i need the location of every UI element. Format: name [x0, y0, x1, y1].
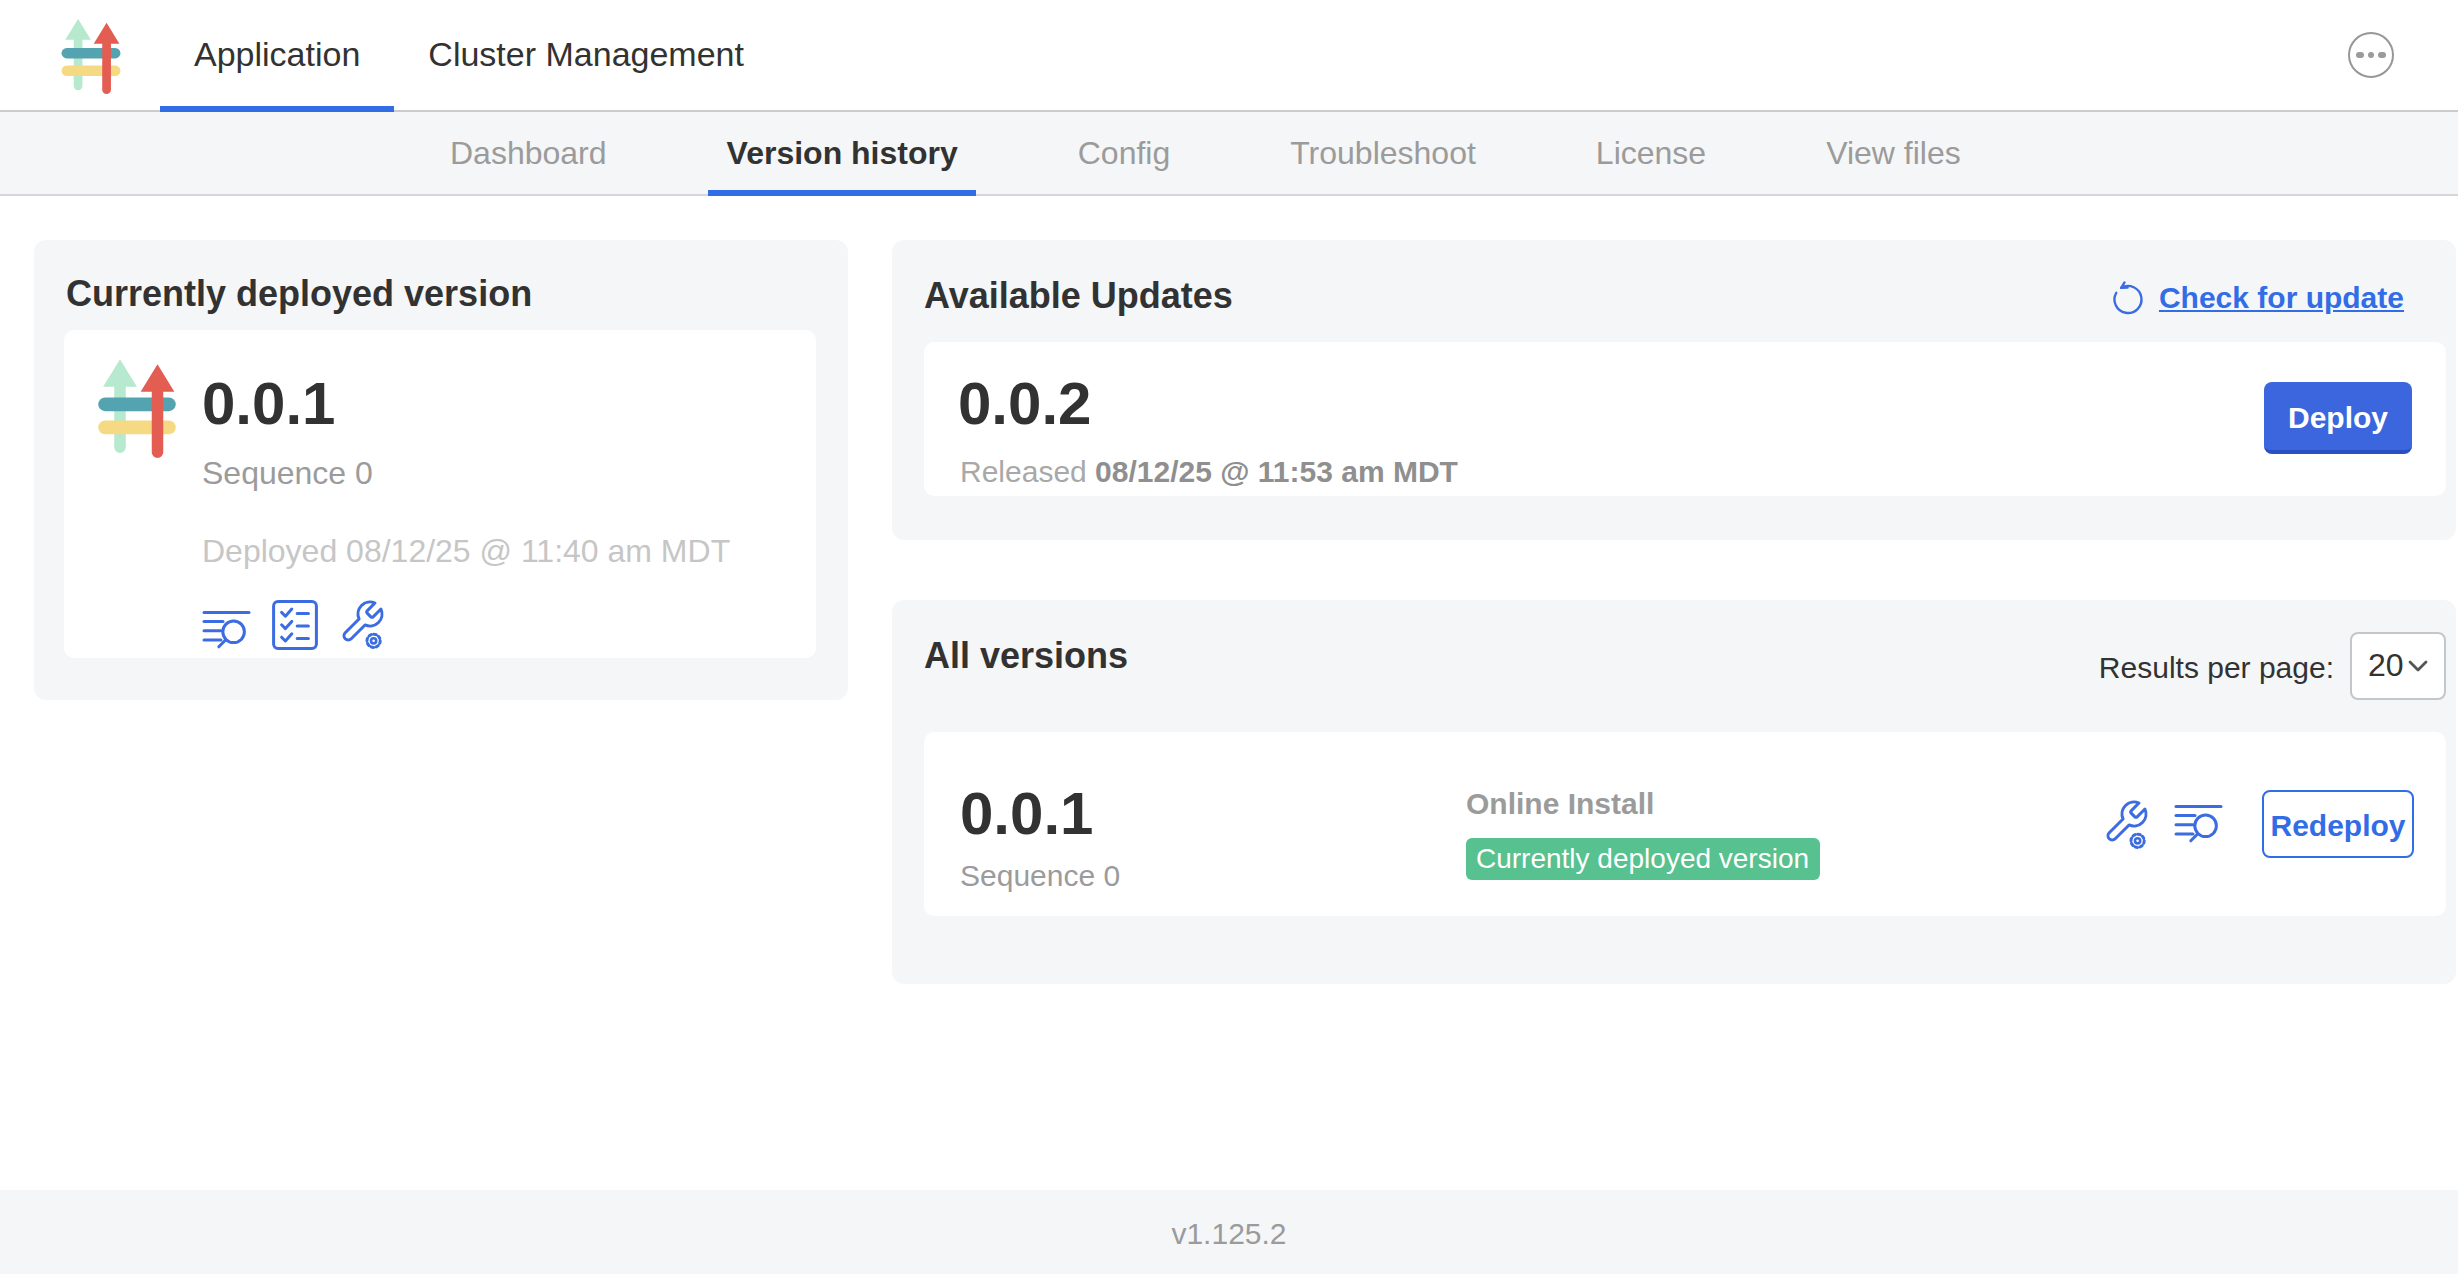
app-subnav: Dashboard Version history Config Trouble…: [0, 112, 2458, 196]
results-per-page-label: Results per page:: [2099, 649, 2334, 683]
update-version-number: 0.0.2: [958, 370, 1091, 438]
deployed-version-number: 0.0.1: [202, 370, 730, 438]
tab-application[interactable]: Application: [160, 0, 394, 110]
app-logo-icon: [60, 18, 122, 94]
deployed-version-card: 0.0.1 Sequence 0 Deployed 08/12/25 @ 11:…: [64, 330, 816, 658]
results-per-page-select[interactable]: 20: [2350, 632, 2446, 700]
subnav-troubleshoot[interactable]: Troubleshoot: [1272, 112, 1494, 194]
chevron-down-icon: [2408, 658, 2428, 674]
currently-deployed-title: Currently deployed version: [66, 274, 532, 316]
subnav-version-history-label: Version history: [727, 135, 958, 171]
deployed-timestamp: Deployed 08/12/25 @ 11:40 am MDT: [202, 534, 730, 570]
config-wrench-icon[interactable]: [338, 598, 386, 650]
release-diff-icon[interactable]: [202, 610, 252, 650]
available-updates-card: Available Updates Check for update 0.0.2…: [892, 240, 2456, 540]
update-row: 0.0.2 Released 08/12/25 @ 11:53 am MDT D…: [924, 342, 2446, 496]
row-sequence: Sequence 0: [960, 858, 1120, 894]
header-tabs: Application Cluster Management: [160, 0, 778, 110]
update-released-timestamp: Released 08/12/25 @ 11:53 am MDT: [960, 454, 1458, 488]
deploy-button[interactable]: Deploy: [2264, 382, 2412, 454]
currently-deployed-card: Currently deployed version 0.0.1 Sequenc…: [34, 240, 848, 700]
tab-application-label: Application: [194, 35, 360, 75]
check-for-update-link[interactable]: Check for update: [2111, 279, 2404, 315]
subnav-view-files-label: View files: [1826, 135, 1961, 171]
subnav-license-label: License: [1596, 135, 1706, 171]
ellipsis-menu-icon[interactable]: [2348, 32, 2394, 78]
check-for-update-label: Check for update: [2159, 280, 2404, 314]
app-logo-icon: [94, 358, 180, 458]
subnav-troubleshoot-label: Troubleshoot: [1290, 135, 1476, 171]
redeploy-button[interactable]: Redeploy: [2262, 790, 2414, 858]
currently-deployed-badge: Currently deployed version: [1466, 838, 1819, 880]
preflight-checklist-icon[interactable]: [272, 600, 318, 650]
release-diff-icon[interactable]: [2174, 804, 2224, 844]
admin-console-page: Application Cluster Management Dashboard…: [0, 0, 2458, 1274]
page-footer: v1.125.2: [0, 1190, 2458, 1274]
version-row: 0.0.1 Sequence 0 Online Install Currentl…: [924, 732, 2446, 916]
results-per-page-value: 20: [2368, 648, 2404, 684]
refresh-icon: [2111, 279, 2147, 315]
deployed-sequence: Sequence 0: [202, 456, 730, 492]
config-wrench-icon[interactable]: [2102, 798, 2150, 850]
all-versions-title: All versions: [924, 636, 1128, 678]
subnav-dashboard-label: Dashboard: [450, 135, 607, 171]
main-content: Currently deployed version 0.0.1 Sequenc…: [0, 198, 2458, 1190]
install-type: Online Install: [1466, 786, 1819, 820]
subnav-config[interactable]: Config: [1060, 112, 1189, 194]
tab-cluster-management-label: Cluster Management: [428, 35, 744, 75]
tab-cluster-management[interactable]: Cluster Management: [394, 0, 778, 110]
results-per-page: Results per page: 20: [2099, 632, 2446, 700]
available-updates-title: Available Updates: [924, 276, 1233, 318]
subnav-version-history[interactable]: Version history: [709, 112, 976, 194]
deployed-actions: [202, 598, 730, 650]
app-header: Application Cluster Management: [0, 0, 2458, 112]
console-version: v1.125.2: [1171, 1215, 1286, 1249]
subnav-dashboard[interactable]: Dashboard: [432, 112, 625, 194]
subnav-license[interactable]: License: [1578, 112, 1724, 194]
all-versions-card: All versions Results per page: 20 0.0.1 …: [892, 600, 2456, 984]
subnav-config-label: Config: [1078, 135, 1171, 171]
subnav-view-files[interactable]: View files: [1808, 112, 1979, 194]
row-version-number: 0.0.1: [960, 780, 1120, 848]
